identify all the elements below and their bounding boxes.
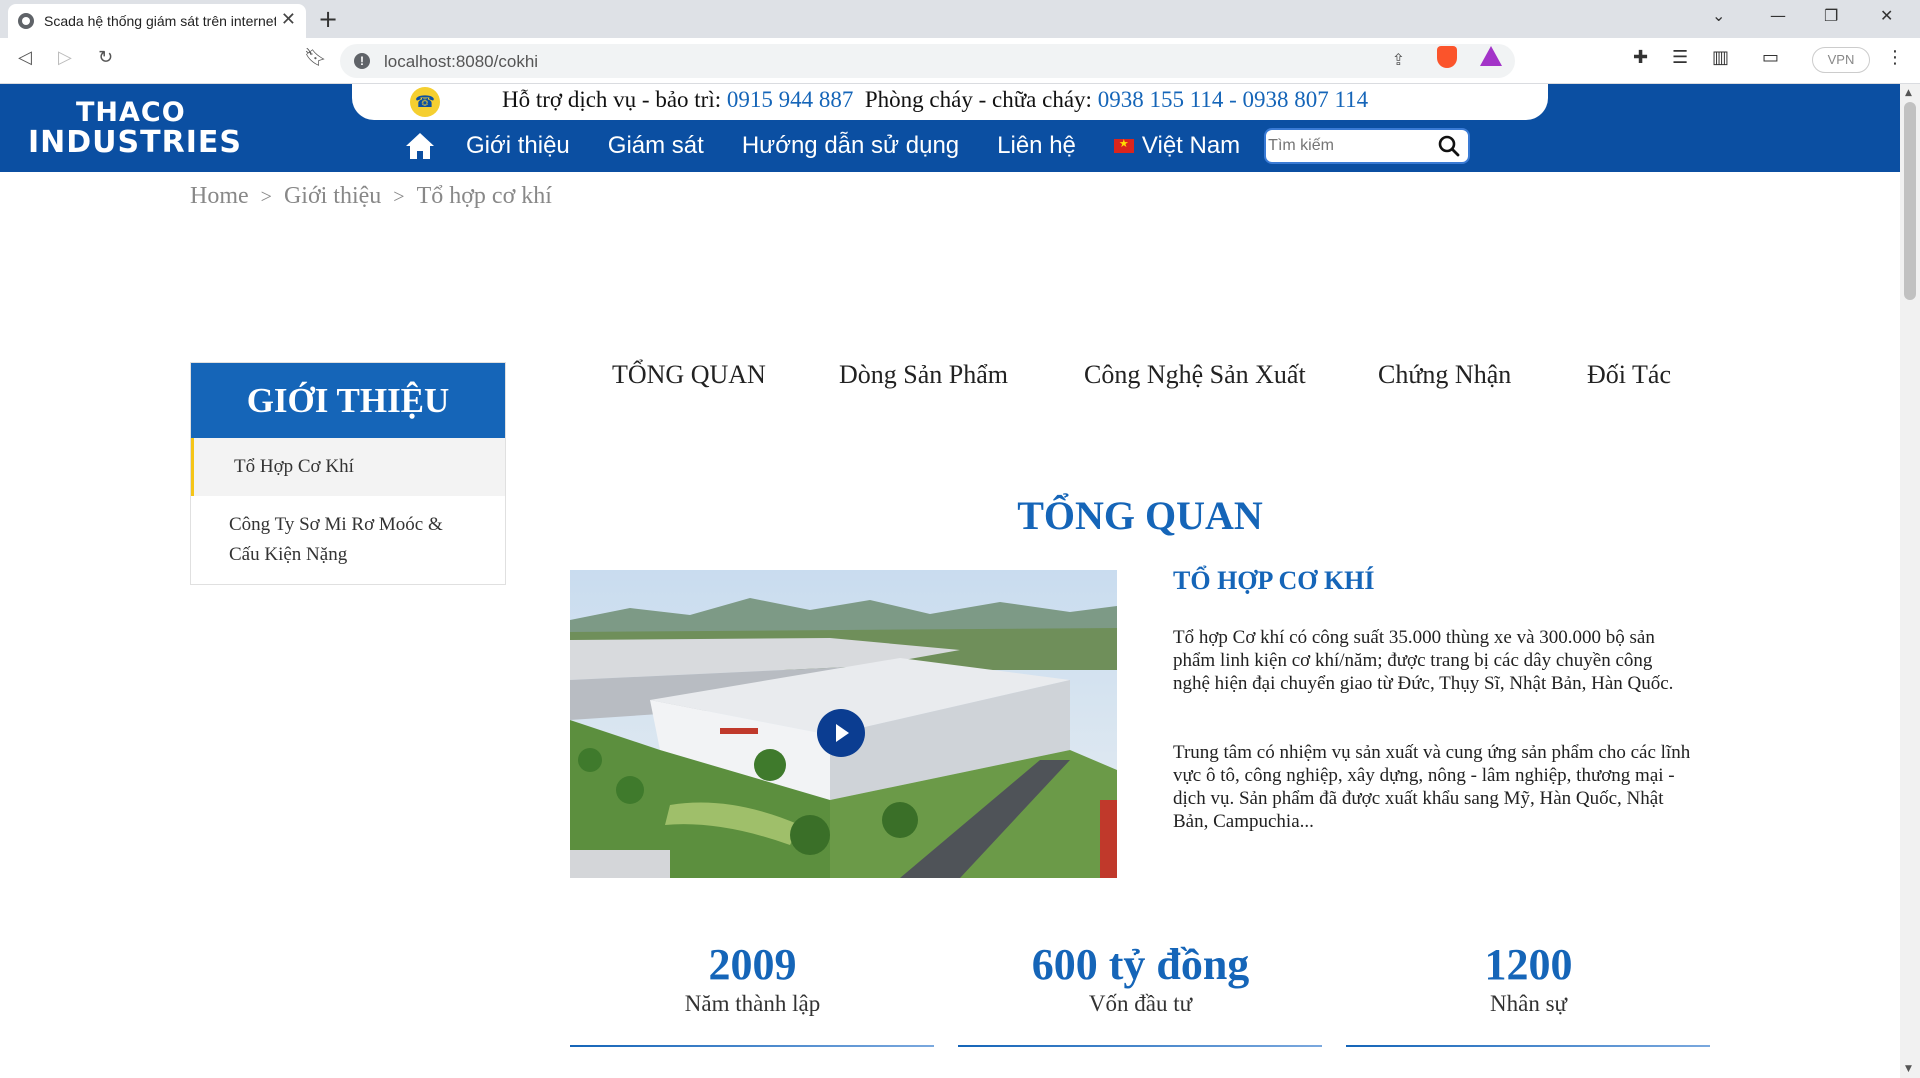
- hotline-fire-label: Phòng cháy - chữa cháy:: [853, 87, 1098, 112]
- sidebar: GIỚI THIỆU Tổ Hợp Cơ Khí Công Ty Sơ Mi R…: [190, 362, 506, 585]
- tab-tong-quan[interactable]: TỔNG QUAN: [612, 360, 766, 390]
- menu-icon[interactable]: ⋮: [1886, 47, 1904, 68]
- company-heading: TỔ HỢP CƠ KHÍ: [1173, 566, 1375, 595]
- breadcrumb-home[interactable]: Home: [190, 183, 249, 209]
- brave-shields-icon[interactable]: [1437, 46, 1457, 68]
- tab-chung-nhan[interactable]: Chứng Nhận: [1378, 360, 1511, 390]
- hotline-service-number[interactable]: 0915 944 887: [727, 87, 854, 112]
- sidebar-item-to-hop-co-khi[interactable]: Tổ Hợp Cơ Khí: [191, 438, 505, 496]
- nav-item-huong-dan[interactable]: Hướng dẫn sử dụng: [742, 132, 959, 160]
- site-header: THACO INDUSTRIES ☎ Hỗ trợ dịch vụ - bảo …: [0, 84, 1900, 172]
- sidebar-icon[interactable]: ▥: [1712, 47, 1729, 68]
- wallet-icon[interactable]: ▭: [1762, 47, 1779, 68]
- nav-item-giam-sat[interactable]: Giám sát: [608, 132, 704, 160]
- minimize-icon[interactable]: —: [1770, 6, 1786, 25]
- language-label: Việt Nam: [1141, 132, 1241, 159]
- back-icon[interactable]: ◁: [18, 47, 32, 68]
- scroll-thumb[interactable]: [1904, 102, 1916, 300]
- nav-item-gioi-thieu[interactable]: Giới thiệu: [466, 132, 570, 160]
- bookmark-icon[interactable]: 🔖︎: [304, 47, 327, 68]
- stat-founded: 2009 Năm thành lập: [570, 940, 935, 1018]
- url-text[interactable]: localhost:8080/cokhi: [384, 52, 538, 72]
- logo-line2: INDUSTRIES: [28, 125, 242, 160]
- stat-label: Nhân sự: [1490, 991, 1567, 1016]
- extensions-icon[interactable]: ✚: [1633, 47, 1648, 68]
- breadcrumb-current: Tổ hợp cơ khí: [416, 183, 552, 209]
- stat-divider: [958, 1045, 1322, 1047]
- breadcrumb-separator: >: [260, 186, 272, 208]
- hotline-fire-number[interactable]: 0938 155 114 - 0938 807 114: [1098, 87, 1368, 112]
- nav-item-lien-he[interactable]: Liên hệ: [997, 132, 1076, 160]
- main-nav: Giới thiệu Giám sát Hướng dẫn sử dụng Li…: [404, 126, 1471, 166]
- thaco-logo[interactable]: THACO INDUSTRIES: [28, 98, 242, 158]
- vietnam-flag-icon: [1113, 137, 1134, 153]
- browser-toolbar: ◁ ▷ ↻ 🔖︎ ! localhost:8080/cokhi ⇪ ✚ ☰ ▥ …: [0, 38, 1920, 84]
- home-icon[interactable]: [404, 131, 436, 161]
- browser-tab[interactable]: Scada hệ thống giám sát trên internet ✕: [8, 4, 306, 38]
- site-info-icon[interactable]: !: [354, 53, 370, 69]
- tab-search-chevron-icon[interactable]: ⌄: [1712, 6, 1725, 25]
- search-icon[interactable]: [1438, 135, 1460, 157]
- stat-label: Vốn đầu tư: [1088, 991, 1193, 1016]
- section-title: TỔNG QUAN: [1017, 493, 1263, 538]
- tab-doi-tac[interactable]: Đối Tác: [1587, 360, 1671, 390]
- factory-video-thumbnail[interactable]: [570, 570, 1117, 878]
- restore-icon[interactable]: ❐: [1824, 6, 1838, 25]
- stat-value: 1200: [1484, 940, 1573, 989]
- globe-icon: [18, 13, 34, 29]
- forward-icon[interactable]: ▷: [58, 47, 72, 68]
- share-icon[interactable]: ⇪: [1392, 50, 1405, 69]
- page-scrollbar[interactable]: ▲ ▼: [1900, 84, 1920, 1078]
- close-tab-icon[interactable]: ✕: [281, 10, 296, 28]
- new-tab-icon[interactable]: +: [318, 4, 338, 34]
- stat-label: Năm thành lập: [684, 991, 821, 1016]
- playlist-icon[interactable]: ☰: [1672, 47, 1688, 68]
- search-input[interactable]: [1268, 134, 1429, 158]
- window-close-icon[interactable]: ✕: [1880, 6, 1893, 25]
- browser-tab-bar: Scada hệ thống giám sát trên internet ✕ …: [0, 0, 1920, 38]
- stat-value: 2009: [708, 940, 797, 989]
- content-tabs: TỔNG QUAN Dòng Sản Phẩm Công Nghệ Sản Xu…: [570, 360, 1710, 400]
- logo-line1: THACO: [76, 97, 186, 128]
- intro-paragraph-1: Tổ hợp Cơ khí có công suất 35.000 thùng …: [1173, 627, 1674, 694]
- stat-divider: [1346, 1045, 1710, 1047]
- reload-icon[interactable]: ↻: [98, 47, 113, 68]
- tab-dong-san-pham[interactable]: Dòng Sản Phẩm: [839, 360, 1008, 390]
- language-selector[interactable]: Việt Nam: [1113, 132, 1241, 160]
- stat-investment: 600 tỷ đồng Vốn đầu tư: [958, 940, 1323, 1018]
- search-box: [1264, 128, 1471, 164]
- stat-divider: [570, 1045, 934, 1047]
- breadcrumb-separator: >: [393, 186, 405, 208]
- hotline-service-label: Hỗ trợ dịch vụ - bảo trì:: [502, 87, 727, 112]
- address-bar[interactable]: ! localhost:8080/cokhi ⇪: [340, 44, 1515, 78]
- scroll-up-icon[interactable]: ▲: [1905, 88, 1912, 98]
- intro-paragraph-2: Trung tâm có nhiệm vụ sản xuất và cung ứ…: [1173, 742, 1691, 832]
- stat-employees: 1200 Nhân sự: [1346, 940, 1711, 1018]
- tab-title: Scada hệ thống giám sát trên internet: [44, 13, 276, 29]
- breadcrumb-gioi-thieu[interactable]: Giới thiệu: [284, 183, 381, 209]
- vpn-button[interactable]: VPN: [1812, 47, 1870, 73]
- scroll-down-icon[interactable]: ▼: [1905, 1064, 1912, 1074]
- tab-cong-nghe-san-xuat[interactable]: Công Nghệ Sản Xuất: [1084, 360, 1306, 390]
- brave-rewards-icon[interactable]: [1480, 46, 1502, 66]
- stat-value: 600 tỷ đồng: [1031, 940, 1250, 989]
- sidebar-item-so-mi-ro-mooc[interactable]: Công Ty Sơ Mi Rơ Moóc & Cấu Kiện Nặng: [191, 496, 505, 584]
- breadcrumb: Home > Giới thiệu > Tổ hợp cơ khí: [190, 183, 552, 210]
- sidebar-title: GIỚI THIỆU: [191, 363, 505, 438]
- phone-icon: ☎: [410, 87, 440, 117]
- hotline-text: Hỗ trợ dịch vụ - bảo trì: 0915 944 887 P…: [502, 87, 1368, 113]
- play-icon[interactable]: [817, 709, 865, 757]
- hotline-bar: ☎ Hỗ trợ dịch vụ - bảo trì: 0915 944 887…: [352, 84, 1548, 120]
